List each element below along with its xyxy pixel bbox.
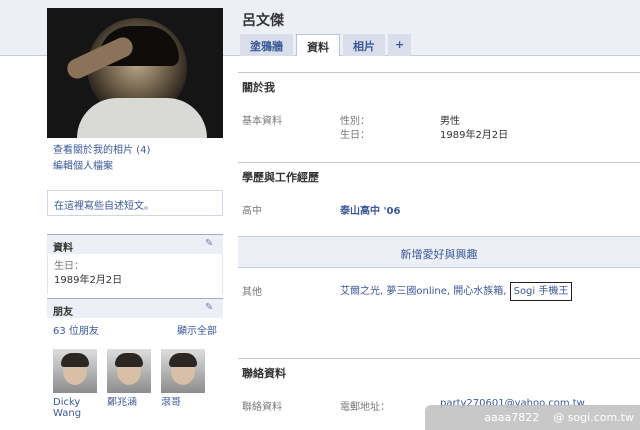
friends-section-title: 朋友 <box>53 307 73 318</box>
profile-photo[interactable] <box>47 8 223 138</box>
birthday-value: 1989年2月2日 <box>54 275 123 286</box>
friend-name[interactable]: 鄭兆涵 <box>107 397 151 419</box>
add-tab-button[interactable]: + <box>388 34 412 56</box>
edit-profile-link[interactable]: 編輯個人檔案 <box>47 154 223 172</box>
left-sidebar: 查看關於我的相片 (4) 編輯個人檔案 在這裡寫些自述短文。 資料 ✎ 生日： … <box>47 8 223 419</box>
interests-links[interactable]: 艾爾之光, 夢三國online, 開心水族箱, <box>340 286 506 297</box>
friend-avatar[interactable] <box>53 349 97 393</box>
friend-name[interactable]: 滾哥 <box>161 397 205 419</box>
school-link[interactable]: 泰山高中 '06 <box>340 202 400 217</box>
email-label: 電郵地址： <box>340 402 390 413</box>
birthday-label: 生日： <box>54 261 84 272</box>
friend-avatar[interactable] <box>161 349 205 393</box>
view-photos-link[interactable]: 查看關於我的相片 (4) <box>47 138 223 156</box>
pencil-icon[interactable]: ✎ <box>205 238 217 250</box>
tab-wall[interactable]: 塗鴉牆 <box>240 34 293 56</box>
tab-photos[interactable]: 相片 <box>343 34 385 56</box>
friend-item[interactable]: Dicky Wang <box>53 349 97 419</box>
contact-section-title: 聯絡資料 <box>238 358 640 387</box>
profile-name: 呂文傑 <box>242 13 284 29</box>
friend-avatar[interactable] <box>107 349 151 393</box>
status-input[interactable]: 在這裡寫些自述短文。 <box>47 190 223 216</box>
friend-item[interactable]: 鄭兆涵 <box>107 349 151 419</box>
education-section-title: 學歷與工作經歷 <box>238 162 640 191</box>
friend-item[interactable]: 滾哥 <box>161 349 205 419</box>
basic-info-label: 基本資料 <box>242 116 282 127</box>
interest-sogi-link[interactable]: Sogi 手機王 <box>509 282 573 301</box>
friends-count-row: 63 位朋友 顯示全部 <box>47 318 223 341</box>
side-info-box: 生日： 1989年2月2日 <box>47 254 223 294</box>
profile-tabs: 塗鴉牆 資料 相片 + <box>240 34 412 56</box>
birthday-label-main: 生日： <box>340 130 370 141</box>
birthday-value-main: 1989年2月2日 <box>440 130 509 141</box>
friends-grid: Dicky Wang 鄭兆涵 滾哥 <box>47 341 223 419</box>
pencil-icon[interactable]: ✎ <box>205 302 217 314</box>
add-interests-button[interactable]: 新增愛好與興趣 <box>238 236 640 268</box>
info-section-header: 資料 ✎ <box>47 234 223 254</box>
about-section-title: 關於我 <box>238 72 640 101</box>
watermark-site: @ sogi.com.tw <box>553 411 634 424</box>
gender-value: 男性 <box>440 116 460 127</box>
tab-info[interactable]: 資料 <box>296 34 340 56</box>
friend-name[interactable]: Dicky Wang <box>53 397 97 419</box>
watermark: aaaa7822 @ sogi.com.tw <box>425 405 640 430</box>
show-all-link[interactable]: 顯示全部 <box>177 322 217 337</box>
high-school-label: 高中 <box>242 206 262 217</box>
other-label: 其他 <box>242 287 262 298</box>
info-section-title: 資料 <box>53 243 73 254</box>
interests-list: 艾爾之光, 夢三國online, 開心水族箱, Sogi 手機王 <box>340 282 573 301</box>
friends-count-link[interactable]: 63 位朋友 <box>53 322 99 337</box>
gender-label: 性別： <box>340 116 370 127</box>
watermark-user: aaaa7822 <box>484 411 540 424</box>
friends-section-header: 朋友 ✎ <box>47 298 223 318</box>
contact-label: 聯絡資料 <box>242 402 282 413</box>
